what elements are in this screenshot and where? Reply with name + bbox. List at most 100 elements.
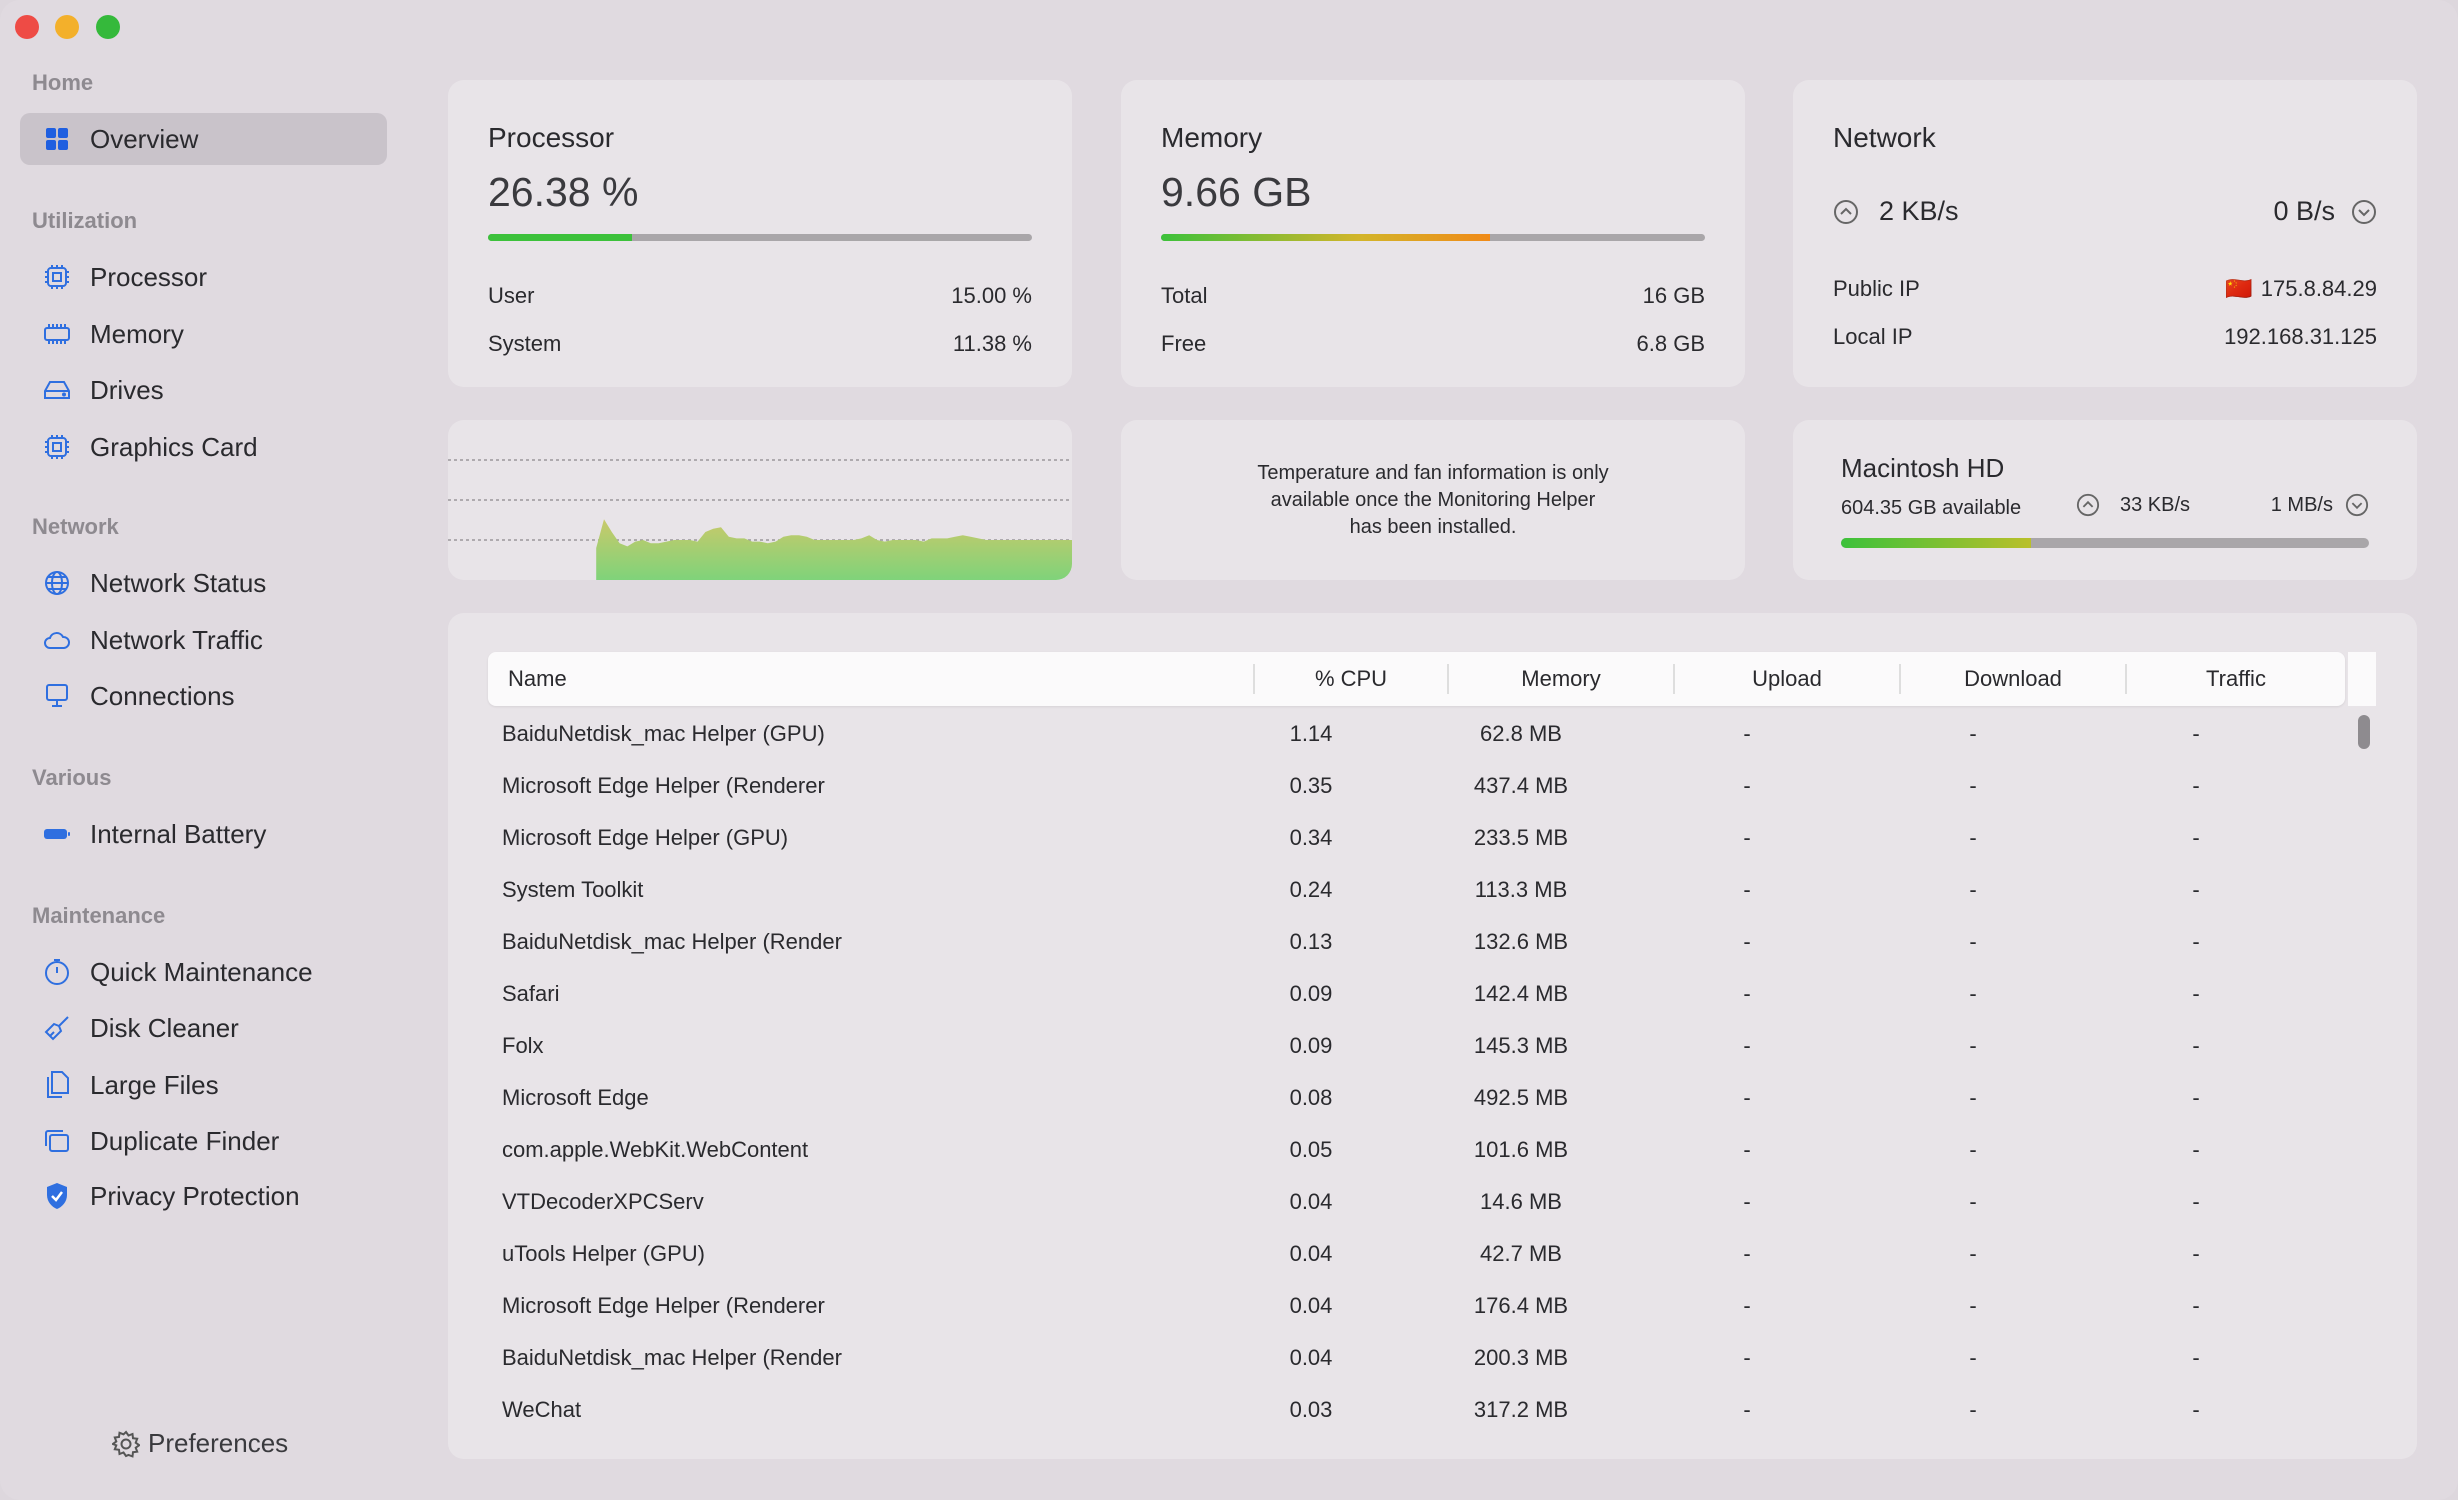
sidebar-item-label: Graphics Card [90, 431, 258, 462]
network-card[interactable]: Network 2 KB/s 0 B/s Public IP 🇨🇳 175.8.8… [1793, 80, 2417, 387]
column-header-upload[interactable]: Upload [1675, 652, 1899, 706]
table-header: Name % CPU Memory Upload Download Traffi… [488, 652, 2345, 706]
disk-card[interactable]: Macintosh HD 604.35 GB available 33 KB/s… [1793, 420, 2417, 580]
process-table-card: Name % CPU Memory Upload Download Traffi… [448, 613, 2417, 1459]
table-row[interactable]: uTools Helper (GPU) 0.04 42.7 MB - - - [488, 1228, 2388, 1280]
memory-usage-bar [1161, 234, 1705, 241]
cell-traffic: - [2192, 1033, 2200, 1058]
sidebar-item-connections[interactable]: Connections [20, 670, 387, 722]
free-value: 6.8 GB [1636, 331, 1705, 356]
table-row[interactable]: com.apple.WebKit.WebContent 0.05 101.6 MB -… [488, 1124, 2388, 1176]
table-row[interactable]: Microsoft Edge 0.08 492.5 MB - - - [488, 1072, 2388, 1124]
cell-download: - [1969, 877, 1977, 902]
table-row[interactable]: Microsoft Edge Helper (GPU) 0.34 233.5 MB -… [488, 812, 2388, 864]
cell-download: - [1969, 721, 1977, 746]
table-row[interactable]: WeChat 0.03 317.2 MB - - - [488, 1384, 2388, 1436]
preferences-button[interactable]: Preferences [112, 1428, 288, 1459]
public-ip: 🇨🇳 175.8.84.29 [2225, 276, 2377, 302]
cell-name: Microsoft Edge [502, 1085, 649, 1110]
table-row[interactable]: BaiduNetdisk_mac Helper (GPU) 1.14 62.8 MB… [488, 708, 2388, 760]
sidebar-item-label: Large Files [90, 1069, 219, 1100]
cell-download: - [1969, 981, 1977, 1006]
disk-usage-bar [1841, 538, 2369, 548]
cell-traffic: - [2192, 1241, 2200, 1266]
processor-usage-bar [488, 234, 1032, 241]
sidebar-item-graphics-card[interactable]: Graphics Card [20, 421, 387, 473]
sidebar-item-label: Drives [90, 374, 164, 405]
sidebar-item-label: Internal Battery [90, 818, 267, 849]
processor-card[interactable]: Processor 26.38 % User 15.00 % System 11… [448, 80, 1072, 387]
table-row[interactable]: BaiduNetdisk_mac Helper (Render 0.04 200.3… [488, 1332, 2388, 1384]
cell-download: - [1969, 1345, 1977, 1370]
sidebar-item-label: Network Traffic [90, 624, 263, 655]
sidebar-item-quick-maintenance[interactable]: Quick Maintenance [20, 946, 387, 998]
temperature-card: Temperature and fan information is only … [1121, 420, 1745, 580]
cell-upload: - [1743, 1345, 1751, 1370]
cpu-icon [42, 262, 72, 292]
table-row[interactable]: Microsoft Edge Helper (Renderer 0.04 176.4… [488, 1280, 2388, 1332]
table-row[interactable]: Microsoft Edge Helper (Renderer 0.35 437.4… [488, 760, 2388, 812]
local-ip-label: Local IP [1833, 324, 1913, 349]
cell-name: Microsoft Edge Helper (Renderer [502, 773, 825, 798]
column-header-download[interactable]: Download [1901, 652, 2125, 706]
stopwatch-icon [42, 957, 72, 987]
cell-traffic: - [2192, 1137, 2200, 1162]
column-header-cpu[interactable]: % CPU [1255, 652, 1447, 706]
sidebar-item-internal-battery[interactable]: Internal Battery [20, 808, 387, 860]
system-label: System [488, 331, 562, 356]
cell-name: Safari [502, 981, 560, 1006]
table-row[interactable]: BaiduNetdisk_mac Helper (Render 0.13 132.6… [488, 916, 2388, 968]
sidebar-item-disk-cleaner[interactable]: Disk Cleaner [20, 1002, 387, 1054]
sidebar-item-network-status[interactable]: Network Status [20, 557, 387, 609]
cell-upload: - [1743, 1293, 1751, 1318]
disk-write-value: 1 MB/s [2270, 493, 2333, 516]
temperature-message: Temperature and fan information is only … [1257, 462, 1609, 538]
cell-name: Folx [502, 1033, 544, 1058]
sidebar-item-privacy-protection[interactable]: Privacy Protection [20, 1170, 387, 1222]
memory-card[interactable]: Memory 9.66 GB Total 16 GB Free 6.8 GB [1121, 80, 1745, 387]
cell-name: VTDecoderXPCServ [502, 1189, 704, 1214]
cell-download: - [1969, 1241, 1977, 1266]
cell-cpu: 0.13 [1289, 929, 1333, 954]
sidebar-item-overview[interactable]: Overview [20, 113, 387, 165]
table-row[interactable]: Safari 0.09 142.4 MB - - - [488, 968, 2388, 1020]
column-header-memory[interactable]: Memory [1449, 652, 1673, 706]
free-label: Free [1161, 331, 1207, 356]
cell-download: - [1969, 773, 1977, 798]
table-row[interactable]: System Toolkit 0.24 113.3 MB - - - [488, 864, 2388, 916]
sidebar-item-duplicate-finder[interactable]: Duplicate Finder [20, 1115, 387, 1167]
sidebar-item-drives[interactable]: Drives [20, 364, 387, 416]
sidebar-item-network-traffic[interactable]: Network Traffic [20, 614, 387, 666]
cell-cpu: 0.04 [1289, 1241, 1333, 1266]
cell-download: - [1969, 825, 1977, 850]
sidebar-item-memory[interactable]: Memory [20, 308, 387, 360]
cell-memory: 233.5 MB [1473, 825, 1569, 850]
cell-name: Microsoft Edge Helper (Renderer [502, 1293, 825, 1318]
minimize-window-button[interactable] [55, 15, 79, 39]
zoom-window-button[interactable] [96, 15, 120, 39]
close-window-button[interactable] [15, 15, 39, 39]
gear-icon [112, 1429, 140, 1458]
column-header-traffic[interactable]: Traffic [2127, 652, 2345, 706]
memory-value: 9.66 GB [1161, 169, 1312, 215]
user-value: 15.00 % [951, 283, 1032, 308]
sidebar-item-processor[interactable]: Processor [20, 251, 387, 303]
sidebar-item-label: Overview [90, 123, 199, 154]
table-row[interactable]: Folx 0.09 145.3 MB - - - [488, 1020, 2388, 1072]
cell-download: - [1969, 1085, 1977, 1110]
cell-traffic: - [2192, 1189, 2200, 1214]
local-ip-value: 192.168.31.125 [2224, 324, 2377, 349]
cell-name: com.apple.WebKit.WebContent [502, 1137, 809, 1162]
sidebar-item-label: Network Status [90, 567, 267, 598]
shield-check-icon [42, 1181, 72, 1211]
battery-icon [42, 819, 72, 849]
section-utilization: Utilization [32, 208, 138, 233]
column-header-name[interactable]: Name [508, 652, 567, 706]
sidebar-item-large-files[interactable]: Large Files [20, 1059, 387, 1111]
cell-upload: - [1743, 825, 1751, 850]
table-scrollbar[interactable] [2358, 715, 2370, 749]
cell-memory: 101.6 MB [1473, 1137, 1569, 1162]
table-row[interactable]: VTDecoderXPCServ 0.04 14.6 MB - - - [488, 1176, 2388, 1228]
upload-speed: 2 KB/s [1833, 196, 1959, 227]
processor-title: Processor [488, 122, 615, 153]
